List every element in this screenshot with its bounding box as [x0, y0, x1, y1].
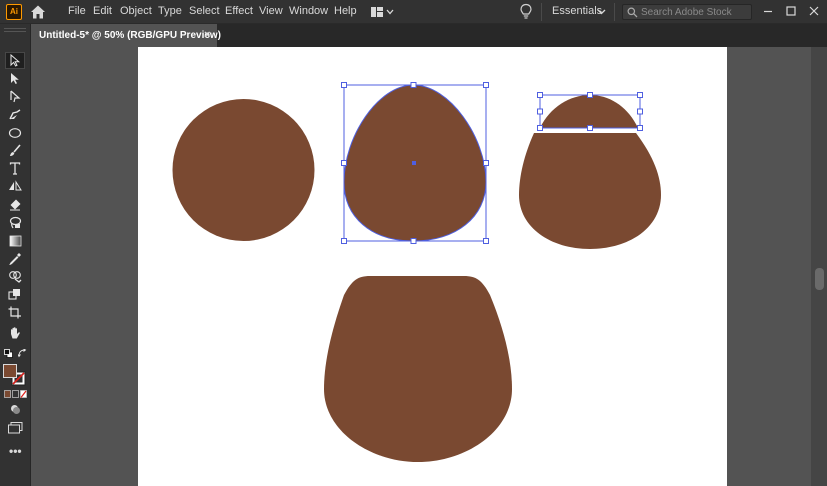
- stock-search[interactable]: [622, 4, 752, 20]
- brown-body-shape[interactable]: [324, 276, 512, 462]
- eyedropper-icon: [8, 253, 21, 265]
- egg-top-cap-shape[interactable]: [540, 95, 638, 128]
- artboard[interactable]: [138, 47, 727, 486]
- menu-divider: [614, 3, 615, 21]
- menu-type[interactable]: Type: [158, 5, 182, 17]
- search-icon: [627, 7, 638, 18]
- menu-divider: [541, 3, 542, 21]
- drawing-mode-icon[interactable]: [10, 404, 21, 415]
- app-logo: Ai: [6, 4, 22, 20]
- artwork: [172, 82, 661, 462]
- lightbulb-icon[interactable]: [519, 3, 533, 20]
- document-tab-bar: Untitled-5* @ 50% (RGB/GPU Preview) ×: [32, 24, 827, 47]
- brown-circle-shape[interactable]: [172, 99, 315, 241]
- menu-effect[interactable]: Effect: [225, 5, 253, 17]
- home-icon[interactable]: [30, 4, 46, 20]
- arrange-documents-icon[interactable]: [370, 5, 394, 19]
- more-tools-icon[interactable]: •••: [9, 444, 22, 458]
- screen-mode-icon[interactable]: [8, 422, 23, 434]
- panel-grip[interactable]: [4, 28, 26, 32]
- artboard-icon: [8, 306, 21, 319]
- gradient-tool[interactable]: [5, 232, 25, 249]
- color-mode-icons[interactable]: [4, 390, 27, 399]
- menu-object[interactable]: Object: [120, 5, 152, 17]
- chevron-down-icon[interactable]: [597, 7, 606, 16]
- menu-view[interactable]: View: [259, 5, 283, 17]
- close-tab-icon[interactable]: ×: [204, 29, 210, 41]
- lasso-icon: [9, 216, 22, 229]
- curvature-tool[interactable]: [5, 106, 25, 123]
- type-icon: [9, 162, 21, 175]
- hand-icon: [11, 326, 20, 338]
- pen-icon: [10, 90, 21, 103]
- shape-builder-icon: [9, 271, 22, 283]
- default-colors-icon[interactable]: [4, 349, 13, 358]
- ellipse-icon: [8, 127, 22, 138]
- reflect-tool[interactable]: [5, 178, 25, 195]
- menu-edit[interactable]: Edit: [93, 5, 112, 17]
- vertical-scrollbar[interactable]: [811, 47, 827, 486]
- lasso-tool[interactable]: [5, 214, 25, 231]
- swap-colors-icon[interactable]: [18, 349, 27, 358]
- paintbrush-tool[interactable]: [5, 142, 25, 159]
- menu-window[interactable]: Window: [289, 5, 328, 17]
- tools-panel: •••: [0, 24, 31, 486]
- pen-tool[interactable]: [5, 88, 25, 105]
- live-paint-tool[interactable]: [5, 286, 25, 303]
- direct-selection-tool[interactable]: [5, 70, 25, 87]
- menu-file[interactable]: File: [68, 5, 86, 17]
- fill-stroke-swatches[interactable]: [3, 364, 28, 386]
- type-tool[interactable]: [5, 160, 25, 177]
- live-paint-icon: [8, 289, 20, 300]
- maximize-icon[interactable]: [781, 2, 801, 20]
- menu-select[interactable]: Select: [189, 5, 220, 17]
- hand-tool[interactable]: [5, 324, 25, 341]
- selection-tool[interactable]: [5, 52, 25, 69]
- document-tab[interactable]: Untitled-5* @ 50% (RGB/GPU Preview) ×: [32, 24, 221, 47]
- egg-bottom-piece-shape[interactable]: [519, 133, 661, 249]
- menu-bar: Ai File Edit Object Type Select Effect V…: [0, 0, 827, 24]
- gradient-icon: [9, 235, 21, 246]
- eraser-icon: [10, 199, 21, 211]
- close-icon[interactable]: [804, 2, 824, 20]
- eraser-tool[interactable]: [5, 196, 25, 213]
- reflect-icon: [9, 180, 22, 191]
- curvature-icon: [9, 109, 21, 120]
- artboard-tool[interactable]: [5, 304, 25, 321]
- shape-builder-tool[interactable]: [5, 268, 25, 285]
- minimize-icon[interactable]: [758, 2, 778, 20]
- direct-selection-icon: [11, 73, 19, 84]
- paintbrush-icon: [10, 144, 21, 156]
- selection-arrow-icon: [10, 54, 21, 67]
- search-input[interactable]: [641, 5, 749, 19]
- document-tab-title: Untitled-5* @ 50% (RGB/GPU Preview): [39, 30, 222, 41]
- menu-help[interactable]: Help: [334, 5, 357, 17]
- ellipse-tool[interactable]: [5, 124, 25, 141]
- workspace-switcher[interactable]: Essentials: [552, 5, 602, 17]
- scrollbar-thumb[interactable]: [815, 268, 824, 290]
- eyedropper-tool[interactable]: [5, 250, 25, 267]
